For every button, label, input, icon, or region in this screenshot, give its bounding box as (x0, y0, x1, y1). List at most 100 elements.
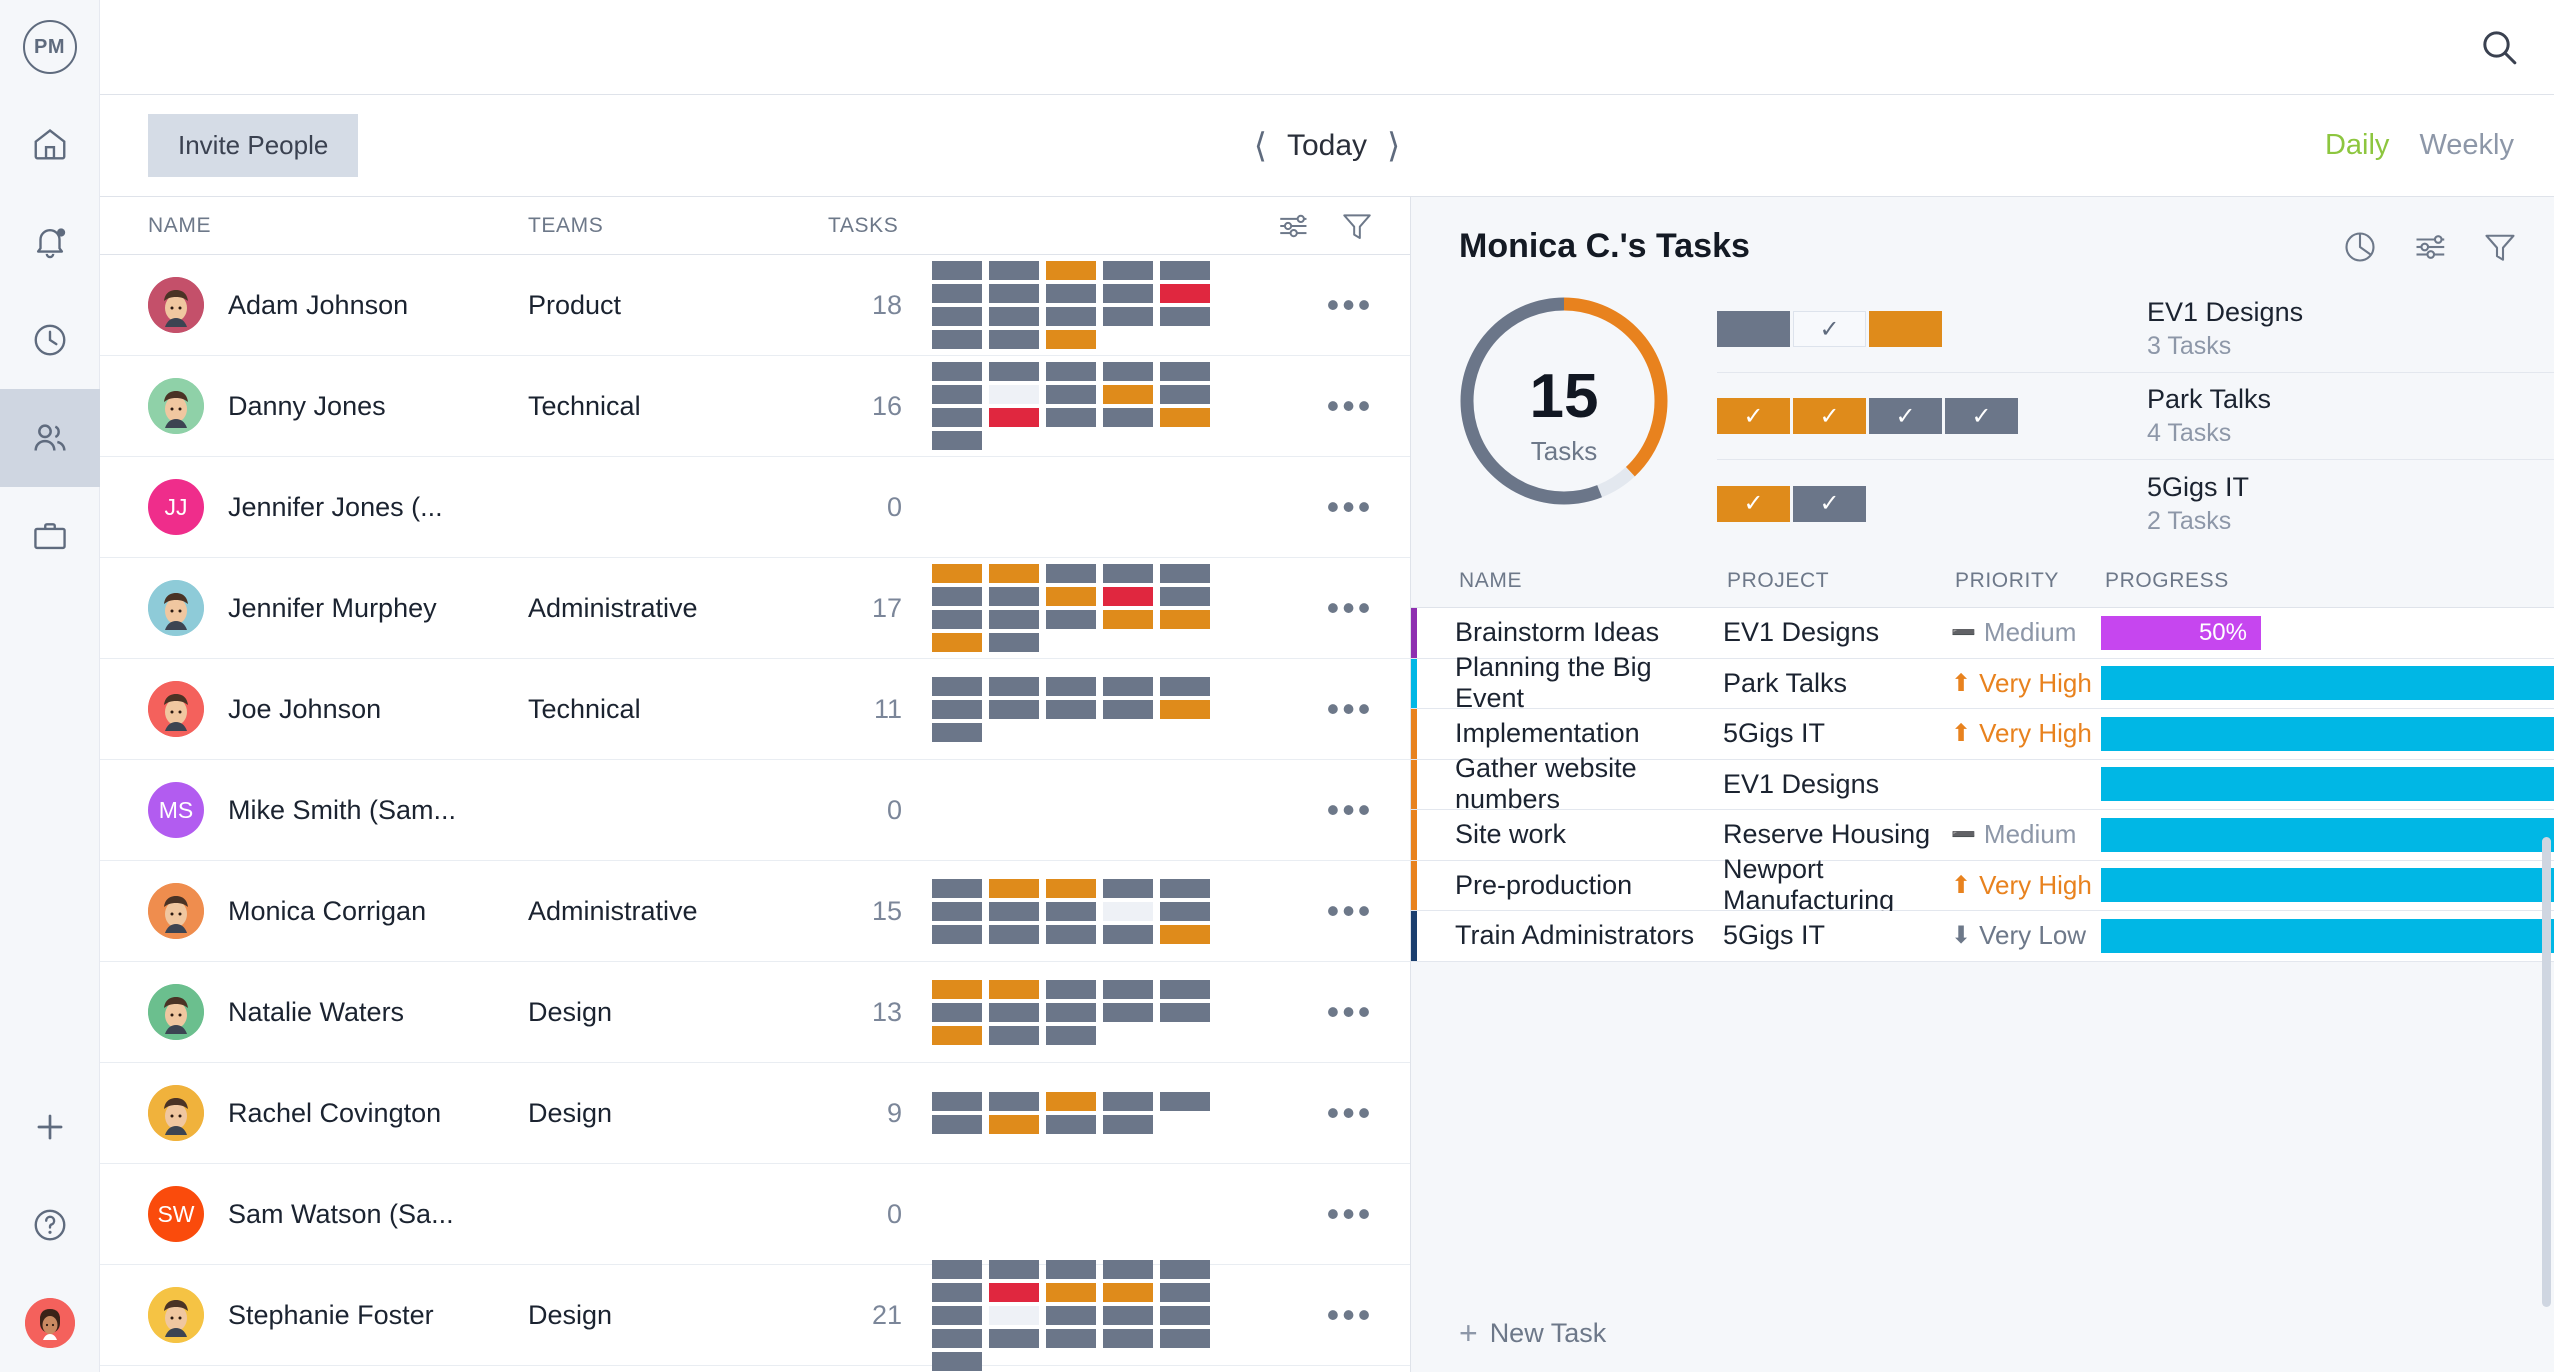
table-row[interactable]: Jennifer Murphey Administrative 17 ••• (100, 558, 1410, 659)
progress-bar (2101, 767, 2554, 802)
task-block (989, 330, 1039, 349)
sliders-icon[interactable] (2412, 229, 2448, 265)
task-block (1046, 564, 1096, 583)
person-task-count: 0 (886, 491, 902, 522)
task-block (989, 587, 1039, 606)
task-block (989, 878, 1039, 898)
task-block-chart (910, 564, 1290, 652)
table-row[interactable]: Planning the Big Event Park Talks ⬆ Very Hi… (1411, 652, 2554, 713)
sidebar-item-profile[interactable] (0, 1274, 100, 1372)
task-block (932, 1115, 982, 1134)
task-block (989, 633, 1039, 652)
more-horizontal-icon[interactable]: ••• (1290, 489, 1410, 525)
app-root: PM Invite People ⟨ Today ⟩ Daily Weekly … (0, 0, 2554, 1372)
sidebar-item-time[interactable] (0, 291, 100, 389)
project-summary-row[interactable]: ✓ ✓ ✓ ✓ Park Talks 4 Tasks (1717, 373, 2554, 460)
table-row[interactable]: Joe Johnson Technical 11 ••• (100, 659, 1410, 760)
task-project: 5Gigs IT (1723, 920, 1826, 951)
row-status-stripe (1411, 759, 1417, 809)
progress-bar (2101, 918, 2554, 953)
table-row[interactable]: SW Sam Watson (Sa... 0 ••• (100, 1164, 1410, 1265)
more-horizontal-icon[interactable]: ••• (1290, 590, 1410, 626)
task-block (989, 1305, 1039, 1325)
task-project: EV1 Designs (1723, 617, 1880, 648)
task-block (1103, 1002, 1153, 1022)
project-summary-row[interactable]: ✓ ✓ 5Gigs IT 2 Tasks (1717, 460, 2554, 546)
task-list-scrollbar[interactable] (2542, 837, 2551, 1307)
more-horizontal-icon[interactable]: ••• (1290, 691, 1410, 727)
task-name: Site work (1455, 819, 1567, 850)
check-icon: ✓ (1793, 485, 1866, 522)
task-block (1046, 1025, 1096, 1045)
donut-caption: Tasks (1530, 435, 1598, 466)
sidebar-item-home[interactable] (0, 95, 100, 193)
more-horizontal-icon[interactable]: ••• (1290, 893, 1410, 929)
people-table-tools (1276, 209, 1410, 243)
task-panel-tools (2342, 229, 2518, 265)
sidebar-item-add[interactable] (0, 1078, 100, 1176)
task-block (932, 587, 982, 606)
table-row[interactable]: Monica Corrigan Administrative 15 ••• (100, 861, 1410, 962)
more-horizontal-icon[interactable]: ••• (1290, 1196, 1410, 1232)
sidebar-item-projects[interactable] (0, 487, 100, 585)
more-horizontal-icon[interactable]: ••• (1290, 1297, 1410, 1333)
person-name-cell: Adam Johnson (148, 277, 528, 333)
more-horizontal-icon[interactable]: ••• (1290, 792, 1410, 828)
task-block (1160, 408, 1210, 427)
new-task-label: New Task (1489, 1317, 1607, 1348)
task-block (989, 1115, 1039, 1134)
table-row[interactable]: JJ Jennifer Jones (... 0 ••• (100, 457, 1410, 558)
person-name-cell: Joe Johnson (148, 681, 528, 737)
project-summary-row[interactable]: ✓ EV1 Designs 3 Tasks (1717, 286, 2554, 373)
more-horizontal-icon[interactable]: ••• (1290, 388, 1410, 424)
sidebar-item-notifications[interactable] (0, 193, 100, 291)
more-horizontal-icon[interactable]: ••• (1290, 994, 1410, 1030)
chevron-right-icon[interactable]: ⟩ (1387, 129, 1400, 163)
table-row[interactable]: Gather website numbers EV1 Designs (1411, 753, 2554, 814)
task-block-chart (910, 878, 1290, 944)
task-block (932, 1025, 982, 1045)
avatar (25, 1298, 75, 1348)
table-row[interactable]: Brainstorm Ideas EV1 Designs ➖ Medium 50% (1411, 608, 2554, 659)
table-row[interactable]: Train Administrators 5Gigs IT ⬇ Very Low (1411, 911, 2554, 962)
more-horizontal-icon[interactable]: ••• (1290, 1095, 1410, 1131)
sidebar-item-people[interactable] (0, 389, 100, 487)
pie-chart-icon[interactable] (2342, 229, 2378, 265)
more-horizontal-icon[interactable]: ••• (1290, 287, 1410, 323)
table-row[interactable]: Rachel Covington Design 9 ••• (100, 1063, 1410, 1164)
today-label[interactable]: Today (1287, 129, 1367, 163)
table-row[interactable]: Danny Jones Technical 16 ••• (100, 356, 1410, 457)
project-task-count: 4 Tasks (2147, 419, 2232, 447)
funnel-icon[interactable] (2482, 229, 2518, 265)
table-row[interactable]: Implementation 5Gigs IT ⬆ Very High (1411, 709, 2554, 760)
column-header-project: PROJECT (1727, 569, 1830, 592)
table-row[interactable]: Pre-production Newport Manufacturing ⬆ Very… (1411, 854, 2554, 915)
table-row[interactable]: MS Mike Smith (Sam... 0 ••• (100, 760, 1410, 861)
tab-weekly[interactable]: Weekly (2419, 129, 2514, 162)
page-title: Monica C.'s Tasks (1459, 227, 1750, 265)
check-icon: ✓ (1945, 398, 2018, 434)
chevron-left-icon[interactable]: ⟨ (1254, 129, 1267, 163)
table-row[interactable]: Stephanie Foster Design 21 ••• (100, 1259, 1410, 1371)
task-block (1160, 699, 1210, 719)
progress-bar (2101, 666, 2554, 701)
task-block (1046, 1115, 1096, 1134)
person-name: Joe Johnson (228, 693, 382, 724)
table-row[interactable]: Site work Reserve Housing ➖ Medium (1411, 810, 2554, 861)
progress-bar (2101, 868, 2554, 903)
tab-daily[interactable]: Daily (2325, 129, 2389, 162)
task-block (932, 1328, 982, 1348)
task-block (1046, 878, 1096, 898)
invite-people-button[interactable]: Invite People (148, 114, 359, 177)
task-block (1160, 924, 1210, 944)
search-icon[interactable] (2444, 0, 2554, 95)
app-logo[interactable]: PM (0, 0, 100, 95)
sliders-icon[interactable] (1276, 209, 1310, 243)
funnel-icon[interactable] (1340, 209, 1374, 243)
new-task-button[interactable]: + New Task (1411, 1294, 2554, 1372)
person-name: Sam Watson (Sa... (228, 1198, 454, 1229)
table-row[interactable]: Adam Johnson Product 18 ••• (100, 255, 1410, 356)
sidebar-item-help[interactable] (0, 1176, 100, 1274)
table-row[interactable]: Natalie Waters Design 13 ••• (100, 962, 1410, 1063)
home-icon (34, 129, 65, 160)
